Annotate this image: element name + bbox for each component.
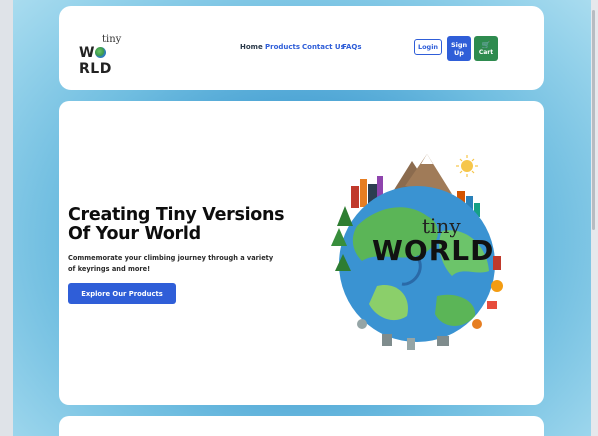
logo-world-text: WRLD [79, 45, 135, 77]
hero-title: Creating Tiny Versions Of Your World [68, 205, 285, 244]
tiny-world-globe-illustration: tiny WORLD [317, 146, 517, 356]
nav-contact-link[interactable]: Contact Us [302, 43, 345, 51]
cart-label: Cart [478, 48, 494, 56]
logo-world-suffix: RLD [79, 61, 112, 77]
cart-icon: 🛒 [481, 40, 491, 49]
page-background: tiny WRLD Home Products Contact Us FAQs … [13, 0, 591, 436]
next-section-card [59, 416, 544, 436]
cart-button[interactable]: 🛒 Cart [474, 36, 498, 61]
signup-label: Sign Up [451, 40, 468, 57]
nav-faqs-link[interactable]: FAQs [342, 43, 362, 51]
hero-section: Creating Tiny Versions Of Your World Com… [59, 101, 544, 405]
nav-home-link[interactable]: Home [240, 43, 263, 51]
logo-tiny-text: tiny [102, 34, 122, 45]
signup-button[interactable]: Sign Up [447, 36, 471, 61]
illustration-world-text: WORLD [372, 234, 495, 267]
globe-icon [95, 47, 107, 58]
nav-products-link[interactable]: Products [265, 43, 300, 51]
brand-logo[interactable]: tiny WRLD [79, 34, 135, 77]
scrollbar-thumb[interactable] [592, 10, 595, 230]
login-button[interactable]: Login [414, 39, 442, 55]
hero-subtitle: Commemorate your climbing journey throug… [68, 254, 274, 273]
explore-products-button[interactable]: Explore Our Products [68, 283, 176, 304]
navbar: tiny WRLD Home Products Contact Us FAQs … [59, 6, 544, 90]
logo-world-prefix: W [79, 45, 95, 61]
